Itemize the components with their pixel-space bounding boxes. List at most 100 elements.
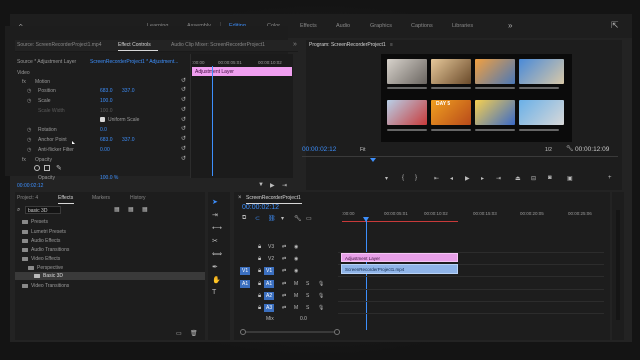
tree-item-lumetri[interactable]: Lumetri Presets (22, 229, 66, 235)
go-to-in-icon[interactable]: ⇤ (434, 175, 439, 182)
mark-out-icon[interactable]: } (415, 175, 417, 181)
sync-lock-icon[interactable]: ⇄ (282, 256, 286, 262)
effects-search-input[interactable]: basic 3D (25, 206, 61, 214)
sequence-clip-selector[interactable]: ScreenRecorderProject1 * Adjustment... (90, 59, 178, 65)
new-bin-icon[interactable]: ▭ (176, 330, 182, 337)
mark-in-icon[interactable]: { (402, 175, 404, 181)
eye-icon[interactable]: ◉ (294, 244, 298, 250)
ripple-edit-tool-icon[interactable]: ⟷ (212, 224, 222, 232)
program-current-time[interactable]: 00:00:02:12 (302, 146, 336, 153)
anchor-x-value[interactable]: 683.0 (100, 137, 113, 143)
eye-icon[interactable]: ◉ (294, 268, 298, 274)
sync-lock-icon[interactable]: ⇄ (282, 268, 286, 274)
mute-a2-button[interactable]: M (294, 293, 298, 299)
position-y-value[interactable]: 337.0 (122, 88, 135, 94)
anchor-stopwatch-icon[interactable]: ◷ (27, 137, 31, 143)
rotation-stopwatch-icon[interactable]: ◷ (27, 127, 31, 133)
sync-lock-icon[interactable]: ⇄ (282, 281, 286, 287)
type-tool-icon[interactable]: T (212, 289, 216, 296)
ec-play-icon[interactable]: ▶ (270, 182, 275, 189)
reset-scale-width-icon[interactable]: ↺ (181, 106, 186, 113)
position-x-value[interactable]: 683.0 (100, 88, 113, 94)
lock-icon[interactable]: 🔒︎ (258, 244, 261, 251)
add-marker-timeline-icon[interactable]: ▾ (281, 215, 284, 222)
antiflicker-stopwatch-icon[interactable]: ◷ (27, 147, 31, 153)
32bit-effects-icon[interactable]: ▦ (128, 206, 134, 213)
position-stopwatch-icon[interactable]: ◷ (27, 88, 31, 94)
lock-icon[interactable]: 🔒︎ (258, 281, 261, 288)
reset-rotation-icon[interactable]: ↺ (181, 125, 186, 132)
track-a3-label[interactable]: A3 (264, 304, 275, 312)
tab-effects[interactable]: Effects (58, 195, 73, 201)
reset-anchor-icon[interactable]: ↺ (181, 135, 186, 142)
ec-filter-icon[interactable]: ▼ (258, 182, 264, 188)
export-frame-icon[interactable]: ◙ (548, 175, 552, 181)
linked-selection-icon[interactable]: ⛓︎ (268, 215, 276, 222)
uniform-scale-checkbox[interactable] (100, 117, 105, 122)
track-v1-label[interactable]: V1 (264, 267, 275, 275)
lock-icon[interactable]: 🔒︎ (258, 305, 261, 312)
snap-icon[interactable]: ⊂ (255, 215, 260, 222)
nest-toggle-icon[interactable]: ⧉ (242, 215, 246, 222)
slip-tool-icon[interactable]: ⟺ (212, 250, 222, 258)
solo-a3-button[interactable]: S (306, 305, 309, 311)
wrench-icon[interactable]: 🔧︎ (566, 145, 574, 152)
program-add-button[interactable]: + (608, 175, 612, 181)
reset-opacity-icon[interactable]: ↺ (181, 155, 186, 162)
track-v3-label[interactable]: V3 (268, 244, 274, 250)
sync-lock-icon[interactable]: ⇄ (282, 244, 286, 250)
tab-effect-controls[interactable]: Effect Controls (118, 42, 151, 48)
play-icon[interactable]: ▶ (465, 175, 470, 182)
pen-mask-icon[interactable]: ✎ (56, 164, 62, 172)
workspace-more-icon[interactable]: » (508, 21, 512, 30)
track-a1-label[interactable]: A1 (264, 280, 275, 288)
zoom-handle-right[interactable] (334, 329, 340, 335)
rectangle-mask-icon[interactable] (44, 165, 50, 171)
go-to-out-icon[interactable]: ⇥ (496, 175, 501, 182)
playback-resolution-dropdown[interactable]: 1/2 (545, 147, 552, 153)
lock-icon[interactable]: 🔒︎ (258, 268, 261, 275)
workspace-libraries[interactable]: Libraries (452, 23, 473, 29)
ec-export-icon[interactable]: ⇥ (282, 182, 287, 189)
tree-item-audio-effects[interactable]: Audio Effects (22, 238, 60, 244)
export-icon[interactable]: ⇱ (611, 20, 619, 31)
ec-adjustment-layer-bar[interactable]: Adjustment Layer (192, 67, 292, 76)
add-marker-icon[interactable]: ▾ (385, 175, 388, 182)
sync-lock-icon[interactable]: ⇄ (282, 293, 286, 299)
delete-icon[interactable]: 🗑︎ (190, 330, 198, 337)
tree-item-presets[interactable]: Presets (22, 219, 48, 225)
reset-position-icon[interactable]: ↺ (181, 86, 186, 93)
sync-lock-icon[interactable]: ⇄ (282, 305, 286, 311)
captions-icon[interactable]: ▭ (306, 215, 312, 222)
motion-effect-label[interactable]: Motion (35, 79, 50, 85)
ec-playhead[interactable] (212, 66, 213, 176)
lift-icon[interactable]: ⏏ (515, 175, 521, 182)
solo-a2-button[interactable]: S (306, 293, 309, 299)
tab-sequence[interactable]: ScreenRecorderProject1 (246, 195, 301, 201)
eye-icon[interactable]: ◉ (294, 256, 298, 262)
reset-scale-icon[interactable]: ↺ (181, 96, 186, 103)
tree-item-audio-transitions[interactable]: Audio Transitions (22, 247, 69, 253)
mute-a1-button[interactable]: M (294, 281, 298, 287)
workspace-audio[interactable]: Audio (336, 23, 350, 29)
program-time-ruler[interactable] (302, 156, 618, 162)
razor-tool-icon[interactable]: ✂ (212, 237, 218, 245)
tab-history[interactable]: History (130, 195, 146, 201)
source-clip-selector[interactable]: Source * Adjustment Layer (17, 59, 76, 65)
tree-item-perspective[interactable]: Perspective (28, 265, 63, 271)
tab-source[interactable]: Source: ScreenRecorderProject1.mp4 (17, 42, 102, 48)
reset-uniform-icon[interactable]: ↺ (181, 116, 186, 123)
selection-tool-icon[interactable]: ➤ (212, 198, 218, 206)
program-monitor-title[interactable]: Program: ScreenRecorderProject1 (309, 42, 386, 48)
close-sequence-icon[interactable]: × (238, 195, 242, 201)
track-v2-label[interactable]: V2 (268, 256, 274, 262)
voiceover-icon[interactable]: 🎙︎ (318, 281, 324, 287)
timeline-settings-icon[interactable]: 🔧︎ (294, 215, 302, 222)
timeline-current-time[interactable]: 00:00:02:12 (242, 204, 279, 211)
workspace-effects[interactable]: Effects (300, 23, 317, 29)
tab-markers[interactable]: Markers (92, 195, 110, 201)
panel-overflow-icon[interactable]: » (293, 41, 297, 48)
solo-a1-button[interactable]: S (306, 281, 309, 287)
extract-icon[interactable]: ⊟ (531, 175, 536, 182)
opacity-value[interactable]: 100.0 % (100, 175, 118, 181)
